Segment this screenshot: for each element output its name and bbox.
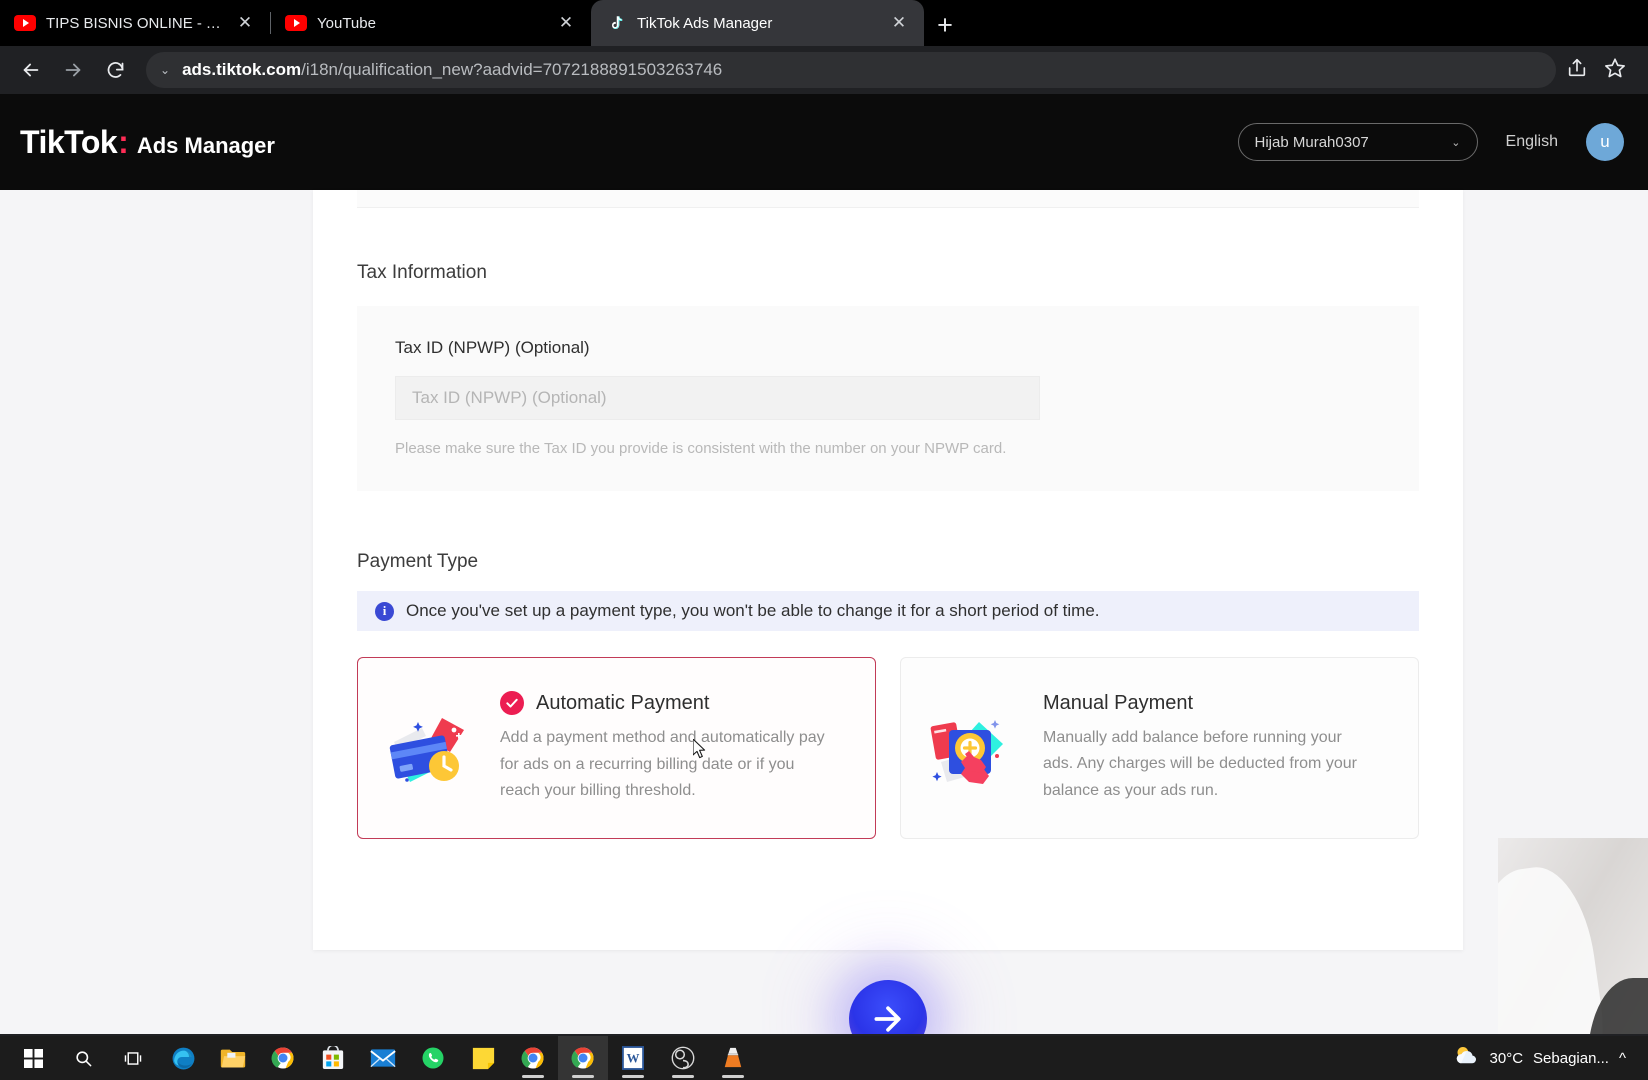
toolbar-actions xyxy=(1566,57,1638,84)
chrome-icon[interactable] xyxy=(508,1036,558,1080)
payment-type-title: Payment Type xyxy=(357,551,479,572)
tax-information-panel: Tax ID (NPWP) (Optional) Tax ID (NPWP) (… xyxy=(357,306,1419,491)
automatic-payment-text: Automatic Payment Add a payment method a… xyxy=(500,691,849,805)
mail-icon[interactable] xyxy=(358,1036,408,1080)
tab-close-button[interactable]: ✕ xyxy=(234,12,256,34)
tab-strip: TIPS BISNIS ONLINE - YouTube ✕ YouTube ✕… xyxy=(0,0,1648,46)
tab-title: YouTube xyxy=(317,14,376,32)
header-right-controls: Hijab Murah0307 ⌄ English u xyxy=(1237,123,1624,161)
taskbar-running-indicator xyxy=(572,1075,594,1078)
tray-expand-chevron-icon[interactable]: ^ xyxy=(1619,1050,1626,1067)
automatic-payment-header: Automatic Payment xyxy=(500,691,849,716)
check-circle-icon xyxy=(500,691,524,716)
manual-payment-header: Manual Payment xyxy=(1043,692,1392,715)
url-path: /i18n/qualification_new?aadvid=707218889… xyxy=(301,60,723,79)
browser-tab-2[interactable]: YouTube ✕ xyxy=(271,0,591,46)
tab-title: TIPS BISNIS ONLINE - YouTube xyxy=(46,14,224,32)
arrow-right-icon xyxy=(874,1006,901,1032)
taskbar-running-indicator xyxy=(722,1075,744,1078)
tab-close-button[interactable]: ✕ xyxy=(555,12,577,34)
chrome-icon[interactable] xyxy=(258,1036,308,1080)
credit-cards-clock-illustration xyxy=(380,700,476,796)
taskbar-running-indicator xyxy=(622,1075,644,1078)
weather-widget[interactable]: 30°C Sebagian... xyxy=(1453,1045,1609,1071)
tax-id-placeholder: Tax ID (NPWP) (Optional) xyxy=(412,388,607,407)
automatic-payment-title: Automatic Payment xyxy=(536,691,710,714)
weather-condition-label: Sebagian... xyxy=(1533,1049,1609,1067)
manual-payment-title: Manual Payment xyxy=(1043,691,1194,714)
tax-id-help-text: Please make sure the Tax ID you provide … xyxy=(395,440,1007,457)
browser-window: TIPS BISNIS ONLINE - YouTube ✕ YouTube ✕… xyxy=(0,0,1648,1080)
mouse-cursor xyxy=(692,738,707,761)
edge-icon[interactable] xyxy=(158,1036,208,1080)
microsoft-store-icon[interactable] xyxy=(308,1036,358,1080)
payment-type-info-banner: i Once you've set up a payment type, you… xyxy=(357,591,1419,631)
payment-option-manual[interactable]: Manual Payment Manually add balance befo… xyxy=(900,657,1419,839)
info-banner-text: Once you've set up a payment type, you w… xyxy=(406,601,1100,620)
payment-option-automatic[interactable]: Automatic Payment Add a payment method a… xyxy=(357,657,876,839)
task-view-icon[interactable] xyxy=(108,1036,158,1080)
youtube-icon xyxy=(285,12,307,34)
info-icon: i xyxy=(375,601,394,621)
address-bar[interactable]: ⌄ ads.tiktok.com/i18n/qualification_new?… xyxy=(146,52,1556,88)
start-icon[interactable] xyxy=(8,1036,58,1080)
url-domain: ads.tiktok.com xyxy=(182,60,302,79)
obs-icon[interactable] xyxy=(658,1036,708,1080)
logo-text: TikTok xyxy=(20,123,118,160)
browser-toolbar: ⌄ ads.tiktok.com/i18n/qualification_new?… xyxy=(0,46,1648,94)
bookmark-star-icon[interactable] xyxy=(1604,57,1626,84)
back-button[interactable] xyxy=(10,49,52,91)
taskbar-running-indicator xyxy=(672,1075,694,1078)
youtube-icon xyxy=(14,12,36,34)
tiktok-ads-manager-logo[interactable]: TikTok : Ads Manager xyxy=(20,124,275,161)
browser-tab-1[interactable]: TIPS BISNIS ONLINE - YouTube ✕ xyxy=(0,0,270,46)
new-tab-button[interactable]: + xyxy=(924,4,966,46)
partly-cloudy-icon xyxy=(1453,1045,1480,1071)
previous-section-divider xyxy=(357,190,1419,208)
page-viewport: TikTok : Ads Manager Hijab Murah0307 ⌄ E… xyxy=(0,94,1648,1034)
next-button-container xyxy=(313,980,1463,1034)
logo-subtitle: Ads Manager xyxy=(136,132,275,158)
page-body: Tax Information Tax ID (NPWP) (Optional)… xyxy=(0,190,1648,1034)
word-icon[interactable]: W xyxy=(608,1036,658,1080)
tab-close-button[interactable]: ✕ xyxy=(888,12,910,34)
svg-text:W: W xyxy=(627,1052,640,1066)
search-icon[interactable] xyxy=(58,1036,108,1080)
temperature-label: 30°C xyxy=(1489,1049,1524,1067)
webcam-overlay-sliver xyxy=(1498,838,1648,1034)
app-header: TikTok : Ads Manager Hijab Murah0307 ⌄ E… xyxy=(0,94,1648,190)
automatic-payment-description: Add a payment method and automatically p… xyxy=(500,729,825,800)
vlc-icon[interactable] xyxy=(708,1036,758,1080)
account-name: Hijab Murah0307 xyxy=(1254,133,1369,151)
tax-id-label: Tax ID (NPWP) (Optional) xyxy=(395,338,590,357)
whatsapp-icon[interactable] xyxy=(408,1036,458,1080)
taskbar-running-indicator xyxy=(522,1075,544,1078)
browser-tab-3[interactable]: TikTok Ads Manager ✕ xyxy=(591,0,924,46)
windows-taskbar: W 30°C Sebagian... ^ xyxy=(0,1036,1648,1080)
chrome-icon[interactable] xyxy=(558,1036,608,1080)
reload-button[interactable] xyxy=(94,49,136,91)
tiktok-icon xyxy=(605,12,627,34)
chevron-down-icon[interactable]: ⌄ xyxy=(160,63,170,77)
qualification-form-sheet: Tax Information Tax ID (NPWP) (Optional)… xyxy=(313,190,1463,1034)
system-tray: 30°C Sebagian... ^ xyxy=(1453,1045,1640,1071)
file-explorer-icon[interactable] xyxy=(208,1036,258,1080)
sticky-notes-icon[interactable] xyxy=(458,1036,508,1080)
account-selector[interactable]: Hijab Murah0307 ⌄ xyxy=(1237,123,1478,161)
forward-button[interactable] xyxy=(52,49,94,91)
manual-payment-description: Manually add balance before running your… xyxy=(1043,728,1357,799)
share-icon[interactable] xyxy=(1566,57,1588,84)
tab-title: TikTok Ads Manager xyxy=(637,14,773,32)
tax-id-input[interactable]: Tax ID (NPWP) (Optional) xyxy=(395,376,1040,420)
tax-information-title: Tax Information xyxy=(357,262,487,283)
logo-colon: : xyxy=(118,123,129,160)
avatar[interactable]: u xyxy=(1586,123,1624,161)
manual-payment-text: Manual Payment Manually add balance befo… xyxy=(1043,692,1392,805)
next-button[interactable] xyxy=(849,980,927,1034)
chevron-down-icon: ⌄ xyxy=(1451,136,1461,149)
add-balance-hand-illustration xyxy=(923,700,1019,796)
payment-type-options: Automatic Payment Add a payment method a… xyxy=(357,657,1419,839)
language-switcher[interactable]: English xyxy=(1506,133,1558,151)
